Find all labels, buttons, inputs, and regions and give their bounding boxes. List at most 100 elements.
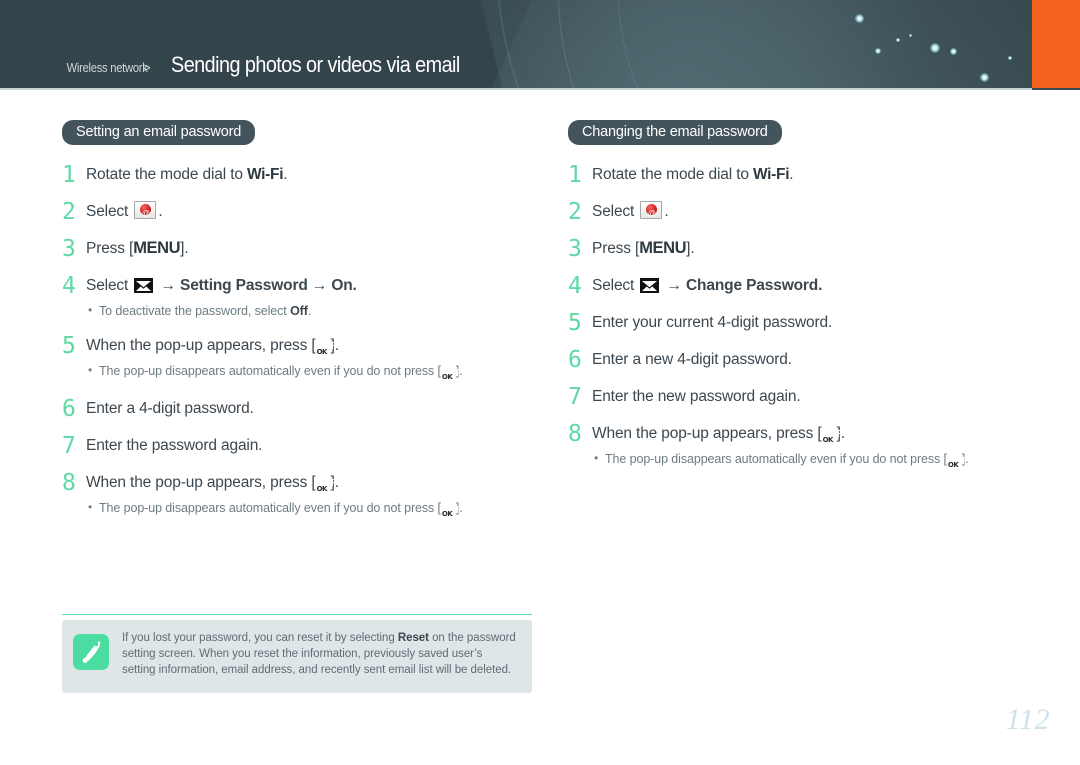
step-body: Select → Change Password. (592, 275, 1038, 296)
step-text: Press [MENU]. (592, 238, 1038, 259)
step-number: 3 (62, 236, 76, 262)
step-text: Press [MENU]. (86, 238, 532, 259)
header-sparkle (896, 38, 900, 42)
step-text-pre: Enter the password again. (86, 437, 263, 454)
step-note: To deactivate the password, select Off. (86, 301, 532, 320)
step-body: Enter your current 4-digit password. (592, 312, 1038, 333)
step-text-pre: Rotate the mode dial to (592, 166, 753, 183)
page-header: Wireless network > Sending photos or vid… (0, 0, 1080, 90)
header-sparkle (930, 43, 940, 53)
step-text-pre: Enter your current 4-digit password. (592, 314, 833, 331)
note-emphasis: Reset (397, 632, 429, 644)
step-text-pre: Press [ (86, 240, 134, 257)
ok-button-icon: OK (947, 461, 959, 469)
step-text: Enter a 4-digit password. (86, 398, 532, 419)
wifi-mode-label: Wi-Fi (752, 166, 790, 183)
step-text: Enter the new password again. (592, 386, 1038, 407)
step-text-post: . (158, 203, 163, 220)
section-divider (62, 614, 532, 615)
step-text-pre: Enter a 4-digit password. (86, 400, 254, 417)
breadcrumb-parent[interactable]: Wireless network (67, 60, 148, 75)
page-number: 112 (1005, 703, 1050, 736)
step-body: Enter a 4-digit password. (86, 398, 532, 419)
step-notes: To deactivate the password, select Off. (86, 301, 532, 320)
step-item: 5 When the pop-up appears, press [OK]. The… (62, 335, 532, 383)
step-item: 1 Rotate the mode dial to Wi-Fi. (62, 162, 532, 188)
right-column: Changing the email password 1 Rotate the … (568, 120, 1038, 471)
step-number: 7 (62, 433, 76, 459)
note-box: If you lost your password, you can reset… (62, 620, 532, 693)
step-item: 3 Press [MENU]. (62, 236, 532, 262)
step-item: 8 When the pop-up appears, press [OK]. The… (62, 472, 532, 520)
note-text-emphasis: Off (290, 304, 308, 318)
header-sparkle (855, 14, 864, 23)
step-text-post: . (789, 166, 794, 183)
ok-button-icon: OK (441, 510, 453, 518)
step-number: 8 (568, 421, 582, 447)
note-text-pre: The pop-up disappears automatically even… (99, 364, 441, 378)
step-number: 5 (62, 333, 76, 359)
step-item: 7 Enter the password again. (62, 433, 532, 459)
step-text: Enter a new 4-digit password. (592, 349, 1038, 370)
step-text: Enter the password again. (86, 435, 532, 456)
step-number: 1 (62, 162, 76, 188)
step-body: Select . (86, 201, 532, 224)
step-text-post: . (664, 203, 669, 220)
step-item: 6 Enter a new 4-digit password. (568, 347, 1038, 373)
note-run: If you lost your password, you can reset… (122, 632, 398, 644)
step-text: Enter your current 4-digit password. (592, 312, 1038, 333)
header-sparkle (875, 48, 881, 54)
step-number: 7 (568, 384, 582, 410)
header-bottom-rule (0, 88, 1032, 90)
step-number: 4 (568, 273, 582, 299)
note-text: If you lost your password, you can reset… (122, 630, 518, 678)
step-notes: The pop-up disappears automatically even… (592, 449, 1038, 471)
section-title-right: Changing the email password (568, 120, 782, 145)
step-text: Select → Setting Password → On. (86, 275, 532, 296)
step-number: 5 (568, 310, 582, 336)
step-number: 2 (568, 199, 582, 225)
step-item: 4 Select → Change Password. (568, 273, 1038, 299)
step-number: 2 (62, 199, 76, 225)
page-title: Sending photos or videos via email (170, 52, 460, 77)
step-notes: The pop-up disappears automatically even… (86, 361, 532, 383)
step-body: When the pop-up appears, press [OK]. The … (86, 335, 532, 383)
ok-button-icon: OK (822, 436, 834, 444)
header-accent-bar (1032, 0, 1080, 88)
step-text: When the pop-up appears, press [OK]. (592, 423, 1038, 444)
step-note: The pop-up disappears automatically even… (592, 449, 1038, 471)
header-sparkle (980, 73, 989, 82)
step-item: 2 Select . (568, 199, 1038, 225)
step-text: Select . (86, 201, 532, 224)
step-number: 3 (568, 236, 582, 262)
section-title-left: Setting an email password (62, 120, 256, 145)
step-number: 1 (568, 162, 582, 188)
step-body: Select . (592, 201, 1038, 224)
steps-list-right: 1 Rotate the mode dial to Wi-Fi. 2 Select .… (568, 164, 1038, 471)
step-body: Enter a new 4-digit password. (592, 349, 1038, 370)
step-body: Enter the password again. (86, 435, 532, 456)
ok-button-icon: OK (316, 348, 328, 356)
step-body: Select → Setting Password → On. To deacti… (86, 275, 532, 320)
step-number: 6 (568, 347, 582, 373)
step-body: When the pop-up appears, press [OK]. The … (592, 423, 1038, 471)
note-text-pre: The pop-up disappears automatically even… (99, 501, 441, 515)
header-sparkle (1008, 56, 1012, 60)
note-text-post: . (307, 304, 312, 318)
wifi-mode-label: Wi-Fi (246, 166, 284, 183)
step-item: 8 When the pop-up appears, press [OK]. The… (568, 423, 1038, 471)
step-item: 2 Select . (62, 199, 532, 225)
step-text-pre: Select (592, 203, 639, 220)
step-text: When the pop-up appears, press [OK]. (86, 472, 532, 493)
step-text-pre: When the pop-up appears, press [ (592, 425, 822, 442)
step-text: Select . (592, 201, 1038, 224)
header-sparkle (950, 48, 957, 55)
step-text: When the pop-up appears, press [OK]. (86, 335, 532, 356)
step-text-pre: Enter the new password again. (592, 388, 801, 405)
step-text-pre: Select (86, 203, 133, 220)
mail-seal-icon (134, 201, 157, 224)
step-body: When the pop-up appears, press [OK]. The … (86, 472, 532, 520)
step-text-pre: Rotate the mode dial to (86, 166, 247, 183)
step-item: 7 Enter the new password again. (568, 384, 1038, 410)
step-body: Rotate the mode dial to Wi-Fi. (592, 164, 1038, 185)
